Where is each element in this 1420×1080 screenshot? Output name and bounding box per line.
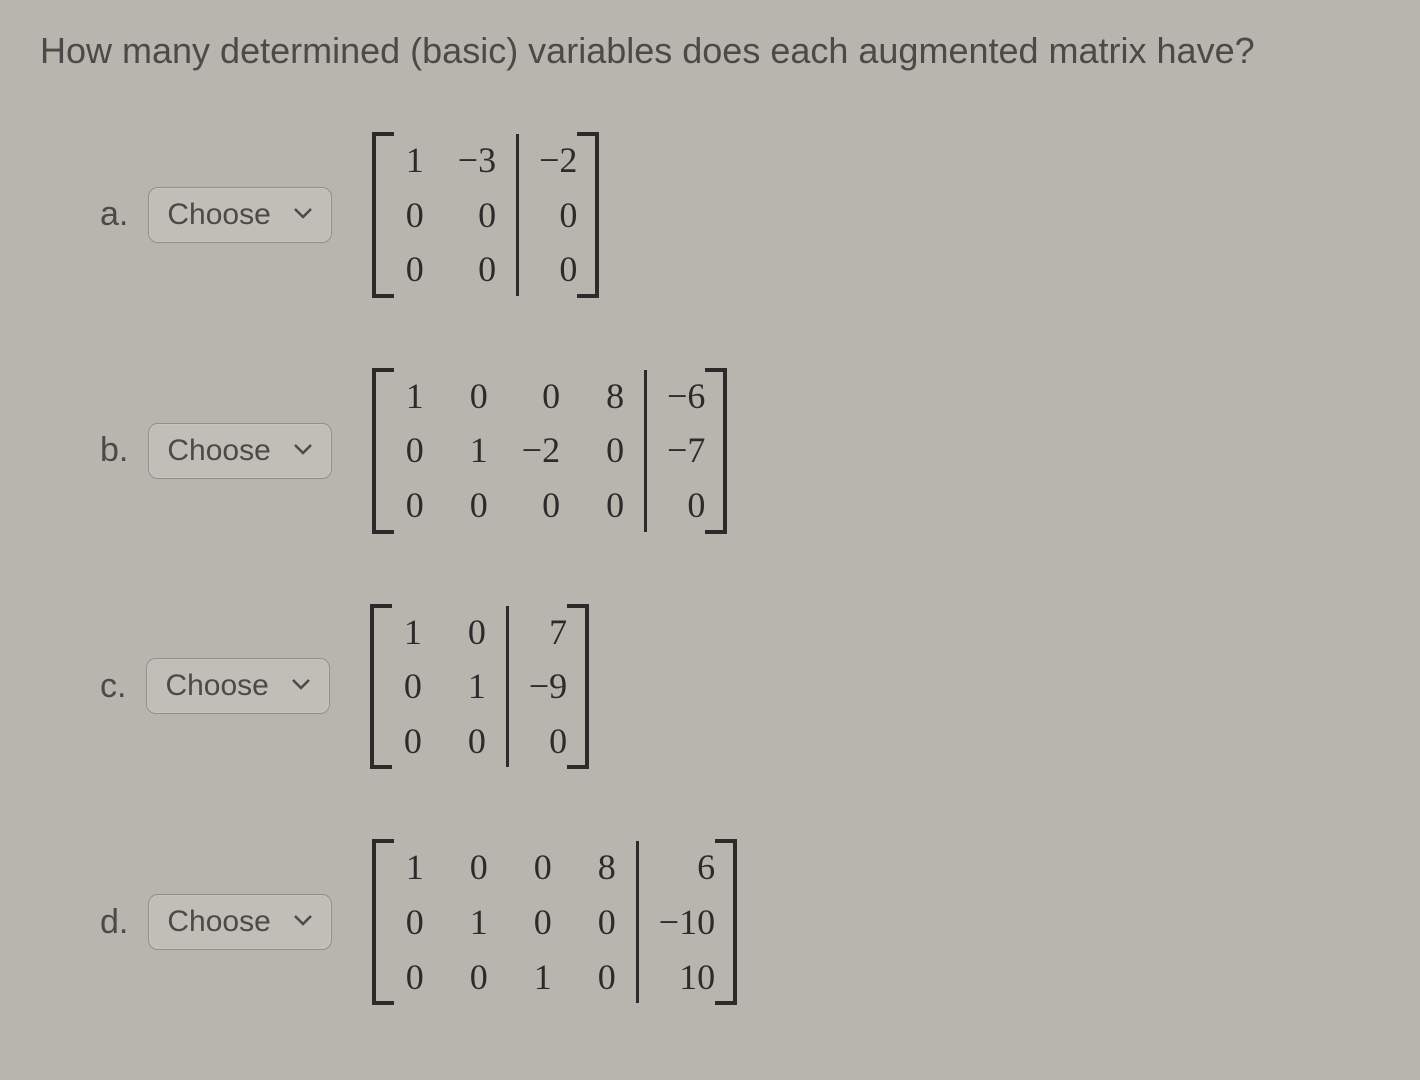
matrix-cell: 0 xyxy=(456,717,486,766)
matrix-cell: 1 xyxy=(394,372,424,421)
matrix-cell: −3 xyxy=(458,136,496,185)
choose-label: Choose xyxy=(167,434,270,468)
matrix-cell: 0 xyxy=(594,481,624,530)
matrix-cell: 1 xyxy=(458,426,488,475)
matrix-cell: 0 xyxy=(667,481,705,530)
matrix-c: 1 0 0 1 0 0 7 −9 0 xyxy=(370,604,589,770)
choose-label: Choose xyxy=(167,905,270,939)
matrix-cell: −2 xyxy=(539,136,577,185)
matrix-cell: 0 xyxy=(458,953,488,1002)
matrix-cell: 0 xyxy=(394,481,424,530)
matrix-cell: 1 xyxy=(522,953,552,1002)
chevron-down-icon xyxy=(293,913,313,931)
augment-bar xyxy=(636,841,639,1003)
choose-dropdown-d[interactable]: Choose xyxy=(148,894,331,950)
choose-dropdown-a[interactable]: Choose xyxy=(148,187,331,243)
matrix-cell: 0 xyxy=(458,481,488,530)
matrix-cell: 7 xyxy=(529,608,567,657)
problem-c: c. Choose 1 0 0 1 0 0 7 −9 xyxy=(40,604,1380,770)
matrix-cell: 0 xyxy=(394,426,424,475)
matrix-cell: 0 xyxy=(586,953,616,1002)
matrix-cell: 0 xyxy=(394,191,424,240)
matrix-cell: 1 xyxy=(392,608,422,657)
matrix-cell: 0 xyxy=(529,717,567,766)
matrix-cell: 0 xyxy=(394,245,424,294)
matrix-cell: 0 xyxy=(458,372,488,421)
matrix-cell: −2 xyxy=(522,426,560,475)
augment-bar xyxy=(506,606,509,768)
part-label-b: b. xyxy=(100,431,128,470)
matrix-cell: 0 xyxy=(586,898,616,947)
matrix-cell: 0 xyxy=(458,843,488,892)
choose-dropdown-c[interactable]: Choose xyxy=(146,658,329,714)
matrix-cell: 0 xyxy=(522,372,560,421)
matrix-cell: 8 xyxy=(586,843,616,892)
augment-bar xyxy=(644,370,647,532)
matrix-cell: 6 xyxy=(659,843,715,892)
chevron-down-icon xyxy=(293,206,313,224)
matrix-cell: 0 xyxy=(522,898,552,947)
matrix-cell: 0 xyxy=(456,608,486,657)
matrix-cell: 0 xyxy=(458,191,496,240)
matrix-b: 1 0 0 8 0 1 −2 0 0 0 0 0 −6 −7 0 xyxy=(372,368,728,534)
problem-a: a. Choose 1 −3 0 0 0 0 −2 xyxy=(40,132,1380,298)
matrix-cell: 0 xyxy=(458,245,496,294)
matrix-d: 1 0 0 8 0 1 0 0 0 0 1 0 6 −10 10 xyxy=(372,839,737,1005)
matrix-cell: 0 xyxy=(394,898,424,947)
matrix-cell: 10 xyxy=(659,953,715,1002)
part-label-a: a. xyxy=(100,195,128,234)
problem-d: d. Choose 1 0 0 8 0 1 0 0 0 0 xyxy=(40,839,1380,1005)
matrix-cell: 0 xyxy=(392,662,422,711)
matrix-cell: −9 xyxy=(529,662,567,711)
part-label-c: c. xyxy=(100,667,126,706)
matrix-a: 1 −3 0 0 0 0 −2 0 0 xyxy=(372,132,600,298)
matrix-cell: 8 xyxy=(594,372,624,421)
problem-b: b. Choose 1 0 0 8 0 1 −2 0 0 0 xyxy=(40,368,1380,534)
chevron-down-icon xyxy=(293,442,313,460)
matrix-cell: 1 xyxy=(394,843,424,892)
matrix-cell: 0 xyxy=(522,843,552,892)
choose-label: Choose xyxy=(165,669,268,703)
chevron-down-icon xyxy=(291,677,311,695)
matrix-cell: 0 xyxy=(539,191,577,240)
part-label-d: d. xyxy=(100,903,128,942)
matrix-cell: 0 xyxy=(392,717,422,766)
choose-label: Choose xyxy=(167,198,270,232)
matrix-cell: −7 xyxy=(667,426,705,475)
matrix-cell: −6 xyxy=(667,372,705,421)
matrix-cell: 0 xyxy=(522,481,560,530)
matrix-cell: 1 xyxy=(458,898,488,947)
matrix-cell: 1 xyxy=(456,662,486,711)
question-text: How many determined (basic) variables do… xyxy=(40,30,1380,72)
matrix-cell: 0 xyxy=(594,426,624,475)
matrix-cell: 0 xyxy=(394,953,424,1002)
page: How many determined (basic) variables do… xyxy=(0,0,1420,1035)
matrix-cell: 1 xyxy=(394,136,424,185)
choose-dropdown-b[interactable]: Choose xyxy=(148,423,331,479)
matrix-cell: 0 xyxy=(539,245,577,294)
augment-bar xyxy=(516,134,519,296)
matrix-cell: −10 xyxy=(659,898,715,947)
